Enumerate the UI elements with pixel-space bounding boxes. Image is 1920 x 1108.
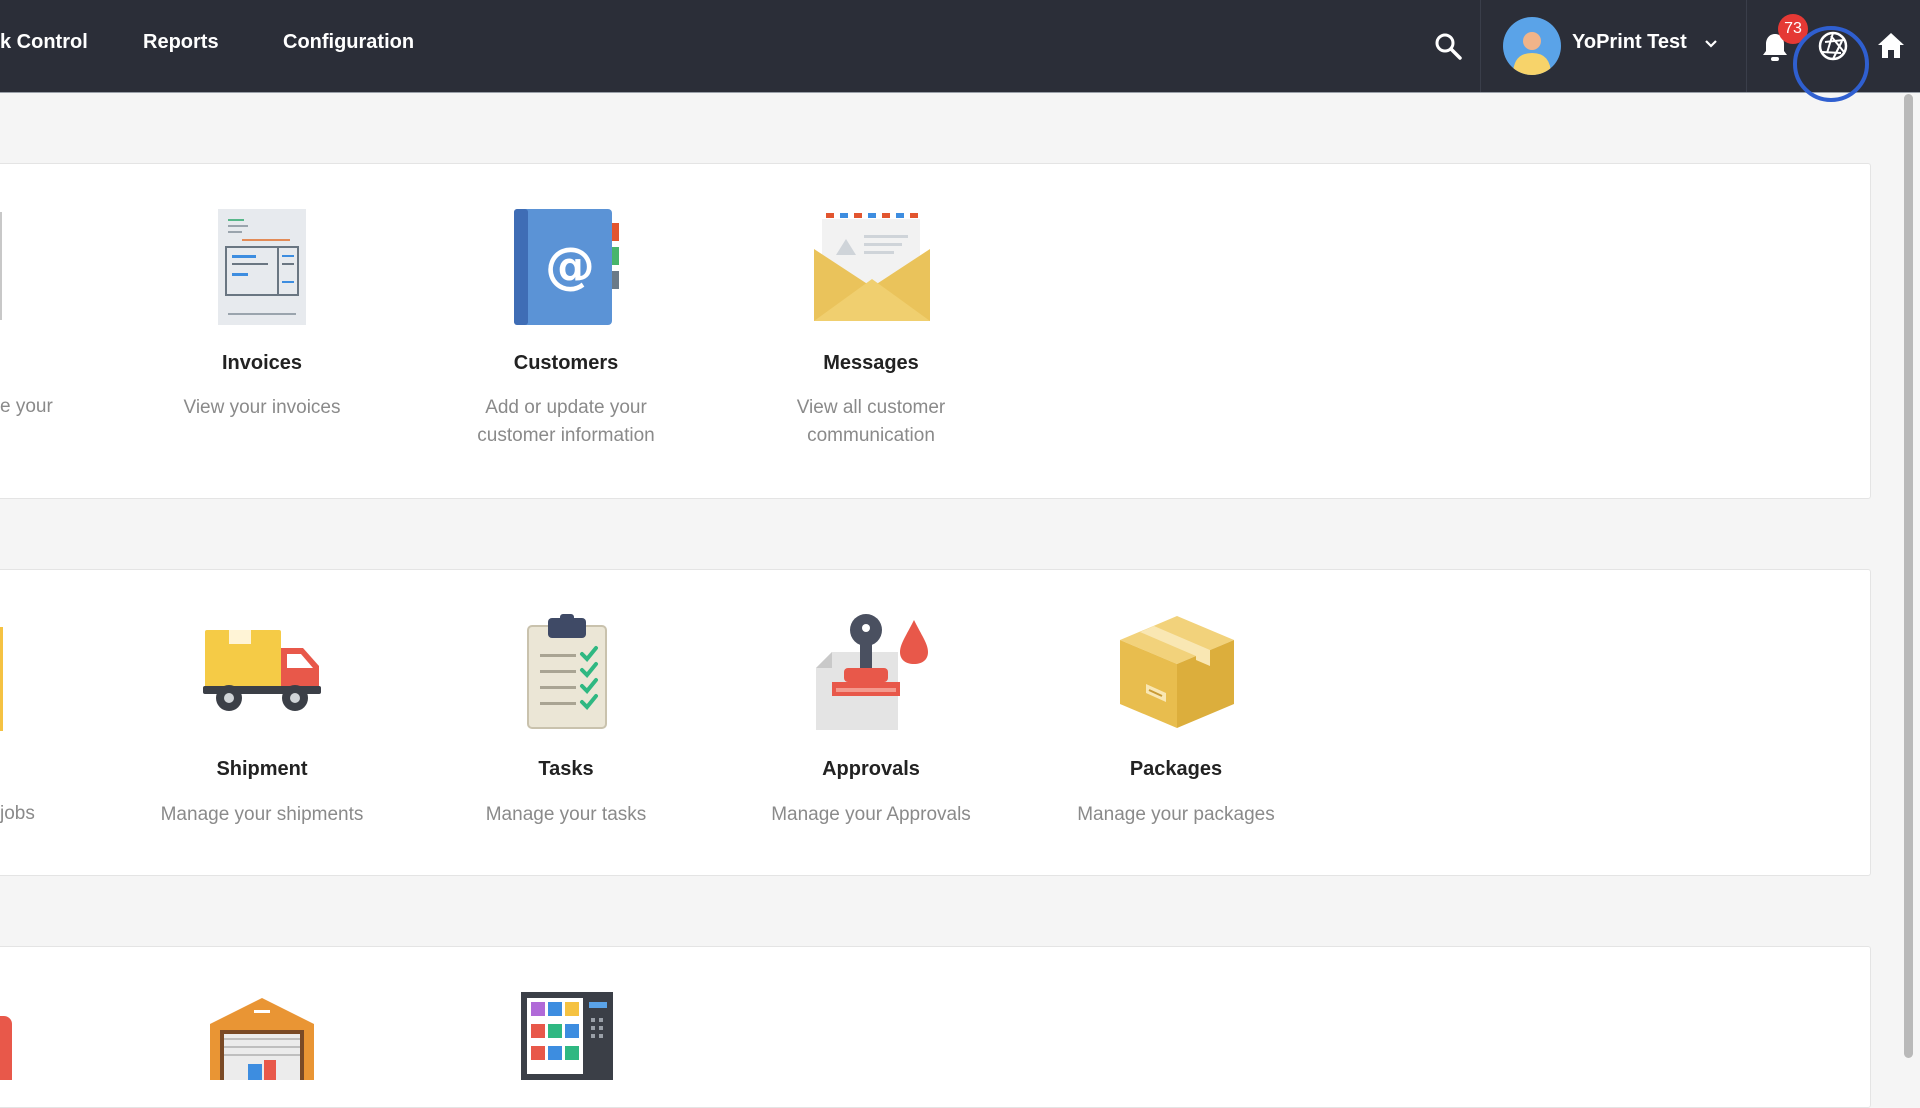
- envelope-icon[interactable]: [814, 209, 930, 325]
- tile-approvals-title[interactable]: Approvals: [711, 758, 1031, 781]
- tile-customers-title[interactable]: Customers: [406, 352, 726, 375]
- tile-messages-desc-line2: communication: [807, 425, 935, 446]
- top-navigation-bar: k Control Reports Configuration YoPrint …: [0, 0, 1920, 102]
- tile-customers-desc-line2: customer information: [477, 425, 655, 446]
- tile-invoices-title[interactable]: Invoices: [102, 352, 422, 375]
- user-name[interactable]: YoPrint Test: [1572, 31, 1687, 54]
- nav-item-reports[interactable]: Reports: [143, 31, 219, 54]
- tile-invoices-desc: View your invoices: [183, 397, 341, 418]
- package-box-icon[interactable]: [1118, 614, 1236, 730]
- tile-packages-title[interactable]: Packages: [1016, 758, 1336, 781]
- cut-off-tile-edge: [0, 212, 2, 320]
- focus-highlight-ring: [1793, 26, 1869, 102]
- truck-icon[interactable]: [203, 628, 321, 714]
- modules-panel-production: [0, 569, 1871, 876]
- nav-divider: [1480, 0, 1481, 92]
- tile-tasks-title[interactable]: Tasks: [406, 758, 726, 781]
- cut-off-tile-desc: jobs: [0, 803, 35, 824]
- home-icon[interactable]: [1876, 31, 1906, 59]
- address-book-icon[interactable]: @: [514, 209, 620, 325]
- approval-stamp-icon[interactable]: [814, 612, 930, 730]
- vending-machine-icon[interactable]: [521, 992, 613, 1080]
- nav-item-configuration[interactable]: Configuration: [283, 31, 414, 54]
- warehouse-icon[interactable]: [208, 998, 316, 1080]
- tile-packages-desc: Manage your packages: [1077, 804, 1275, 825]
- tile-shipment-title[interactable]: Shipment: [102, 758, 422, 781]
- cut-off-tile-desc: e your: [0, 396, 53, 417]
- search-icon[interactable]: [1434, 32, 1462, 60]
- tile-customers-desc-line1: Add or update your: [485, 397, 647, 418]
- tile-messages-desc-line1: View all customer: [796, 397, 946, 418]
- tile-tasks-desc: Manage your tasks: [485, 804, 647, 825]
- svg-text:@: @: [545, 237, 595, 295]
- avatar[interactable]: [1503, 17, 1561, 75]
- nav-item-stock-control[interactable]: k Control: [0, 31, 88, 54]
- clipboard-checklist-icon[interactable]: [526, 614, 608, 730]
- tile-messages-title[interactable]: Messages: [711, 352, 1031, 375]
- vertical-scrollbar[interactable]: [1904, 94, 1913, 1058]
- invoice-icon[interactable]: [218, 209, 306, 325]
- tile-approvals-desc: Manage your Approvals: [771, 804, 971, 825]
- cut-off-tile-edge: [0, 1016, 12, 1080]
- tile-shipment-desc: Manage your shipments: [160, 804, 364, 825]
- chevron-down-icon[interactable]: [1703, 38, 1719, 50]
- cut-off-tile-edge: [0, 627, 3, 731]
- nav-divider: [1746, 0, 1747, 92]
